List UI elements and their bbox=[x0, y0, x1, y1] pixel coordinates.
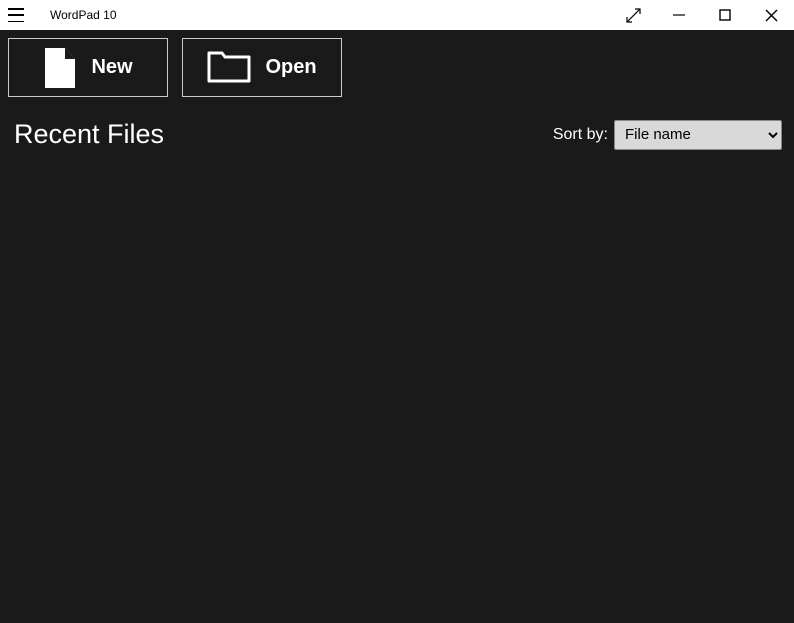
file-icon bbox=[43, 48, 77, 88]
open-button-label: Open bbox=[265, 56, 316, 79]
expand-button[interactable] bbox=[610, 0, 656, 30]
titlebar-right bbox=[610, 0, 794, 30]
folder-icon bbox=[207, 51, 251, 85]
action-row: New Open bbox=[8, 38, 786, 97]
close-button[interactable] bbox=[748, 0, 794, 30]
menu-icon[interactable] bbox=[8, 8, 24, 22]
minimize-icon bbox=[673, 9, 685, 21]
expand-icon bbox=[626, 8, 641, 23]
new-button-label: New bbox=[91, 56, 132, 79]
app-title: WordPad 10 bbox=[50, 8, 117, 22]
sort-controls: Sort by: File name bbox=[553, 120, 782, 150]
recent-row: Recent Files Sort by: File name bbox=[8, 119, 786, 150]
content-area: New Open Recent Files Sort by: File name bbox=[0, 30, 794, 158]
sort-by-label: Sort by: bbox=[553, 126, 608, 144]
minimize-button[interactable] bbox=[656, 0, 702, 30]
new-button[interactable]: New bbox=[8, 38, 168, 97]
open-button[interactable]: Open bbox=[182, 38, 342, 97]
recent-files-heading: Recent Files bbox=[14, 119, 164, 150]
titlebar-left: WordPad 10 bbox=[8, 8, 117, 22]
maximize-icon bbox=[719, 9, 731, 21]
maximize-button[interactable] bbox=[702, 0, 748, 30]
sort-by-select[interactable]: File name bbox=[614, 120, 782, 150]
titlebar: WordPad 10 bbox=[0, 0, 794, 30]
close-icon bbox=[765, 9, 778, 22]
